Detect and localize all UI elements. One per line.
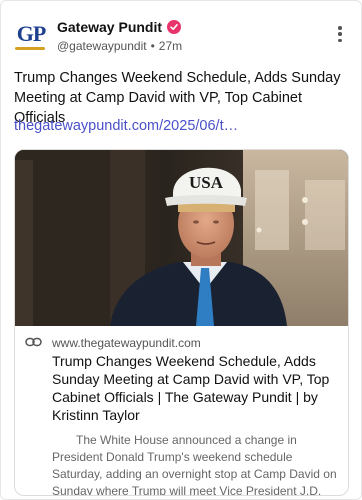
gateway-pundit-logo: GP [16,21,47,46]
link-description: The White House announced a change in Pr… [52,433,337,496]
display-name[interactable]: Gateway Pundit [57,19,162,35]
verified-badge-icon [167,20,182,34]
avatar[interactable]: GP [14,17,48,51]
post-header: GP Gateway Pundit @gatewaypundit • 27m [14,17,349,61]
link-domain: www.thegatewaypundit.com [52,336,201,350]
post-card: GP Gateway Pundit @gatewaypundit • 27m T… [0,0,362,500]
link-preview-meta: www.thegatewaypundit.com Trump Changes W… [25,334,338,496]
handle[interactable]: @gatewaypundit [57,39,147,53]
timestamp[interactable]: 27m [159,39,182,53]
link-preview-image: USA [15,150,348,326]
hat-text: USA [189,173,224,192]
link-icon [25,334,42,352]
post-link[interactable]: thegatewaypundit.com/2025/06/t… [14,118,238,134]
link-preview-card[interactable]: USA www.thegatewaypundit.com Trump Chang… [14,149,349,496]
logo-swoosh [15,47,45,50]
author-info: Gateway Pundit @gatewaypundit • 27m [57,17,182,53]
more-options-icon[interactable] [333,23,347,45]
link-title: Trump Changes Weekend Schedule, Adds Sun… [52,353,330,423]
separator: • [150,39,155,53]
